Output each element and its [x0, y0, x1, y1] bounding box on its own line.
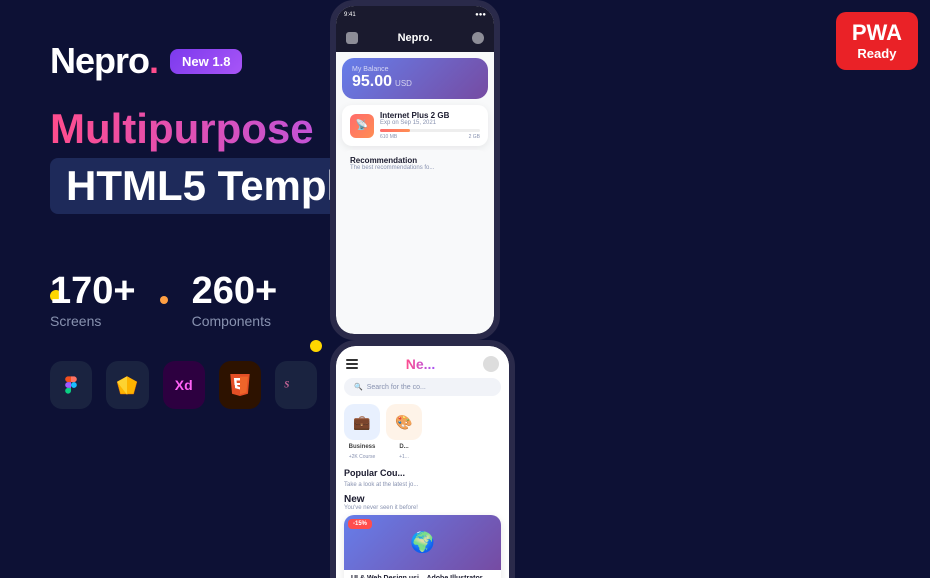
components-label: Components	[192, 313, 278, 329]
p1-balance-amount: 95.00	[352, 73, 392, 91]
p1-balance-currency: USD	[395, 79, 412, 88]
phone-2-courses: Ne... 🔍 Search for the co... 💼 Business …	[330, 340, 515, 578]
p1-rec-title: Recommendation	[350, 156, 480, 165]
p2-cat-business: 💼 Business +2K Course	[344, 404, 380, 460]
p2-course-image: 🌍 -15%	[344, 515, 501, 570]
p2-cat-design-label: D...	[399, 444, 408, 450]
p2-cat-design: 🎨 D... +1...	[386, 404, 422, 460]
phone-1-finance: 9:41 ●●● Nepro. My Balance 95.00 USD 📡	[330, 0, 500, 340]
phone-1-screen: 9:41 ●●● Nepro. My Balance 95.00 USD 📡	[336, 6, 494, 334]
p2-section-title: Popular Cou...	[336, 468, 509, 482]
p2-categories: 💼 Business +2K Course 🎨 D... +1...	[336, 404, 509, 468]
p1-card-info: Internet Plus 2 GB Exp on Sep 15, 2021 6…	[380, 111, 480, 140]
screens-label: Screens	[50, 313, 136, 329]
pwa-main-text: PWA	[852, 20, 902, 46]
phone-2-screen: Ne... 🔍 Search for the co... 💼 Business …	[336, 346, 509, 578]
pwa-badge: PWA Ready	[836, 12, 918, 70]
p2-cat-business-label: Business	[349, 444, 376, 450]
figma-icon[interactable]	[50, 361, 92, 409]
p1-rec-sub: The best recommendations fo...	[350, 165, 480, 171]
sketch-icon[interactable]	[106, 361, 148, 409]
p2-course-info: UI & Web Design usi... Adobe Illustrator…	[344, 570, 501, 578]
p2-new-section: New You've never seen it before!	[336, 494, 509, 515]
p1-header: Nepro.	[336, 20, 494, 52]
p1-progress-label1: 610 MB	[380, 134, 397, 140]
p1-progress-bar	[380, 129, 480, 132]
p2-new-sub: You've never seen it before!	[344, 505, 501, 511]
p1-brand: Nepro.	[398, 32, 433, 44]
version-badge: New 1.8	[170, 49, 242, 74]
p2-section-sub: Take a look at the latest jo...	[336, 482, 509, 494]
app-logo: Nepro.	[50, 40, 158, 82]
p2-search[interactable]: 🔍 Search for the co...	[344, 378, 501, 396]
p1-card-icon: 📡	[350, 114, 374, 138]
pwa-sub-text: Ready	[857, 46, 896, 62]
stat-screens: 170+ Screens	[50, 270, 136, 329]
p1-balance: My Balance 95.00 USD	[342, 58, 488, 99]
stat-components: 260+ Components	[192, 270, 278, 329]
p1-progress-fill	[380, 129, 410, 132]
phones-area: 9:41 ●●● Nepro. My Balance 95.00 USD 📡	[330, 0, 930, 578]
screens-count: 170+	[50, 270, 136, 313]
p1-recommendation: Recommendation The best recommendations …	[342, 150, 488, 177]
p2-brand: Ne...	[406, 356, 436, 372]
p2-header: Ne...	[336, 346, 509, 378]
p2-course-card: 🌍 -15% UI & Web Design usi... Adobe Illu…	[344, 515, 501, 578]
p1-card-sub: Exp on Sep 15, 2021	[380, 120, 480, 126]
p2-search-placeholder: Search for the co...	[367, 384, 426, 391]
p2-discount-badge: -15%	[348, 519, 372, 529]
p1-balance-label: My Balance	[352, 66, 478, 73]
stat-divider	[160, 296, 168, 304]
html5-icon[interactable]	[219, 361, 261, 409]
p1-progress-label2: 2 GB	[469, 134, 480, 140]
p1-card-item: 📡 Internet Plus 2 GB Exp on Sep 15, 2021…	[342, 105, 488, 146]
p1-card-title: Internet Plus 2 GB	[380, 111, 480, 120]
p2-new-title: New	[344, 494, 501, 505]
xd-icon[interactable]: Xd	[163, 361, 205, 409]
svg-text:S: S	[285, 380, 290, 390]
sass-icon[interactable]: S	[275, 361, 317, 409]
components-count: 260+	[192, 270, 278, 313]
